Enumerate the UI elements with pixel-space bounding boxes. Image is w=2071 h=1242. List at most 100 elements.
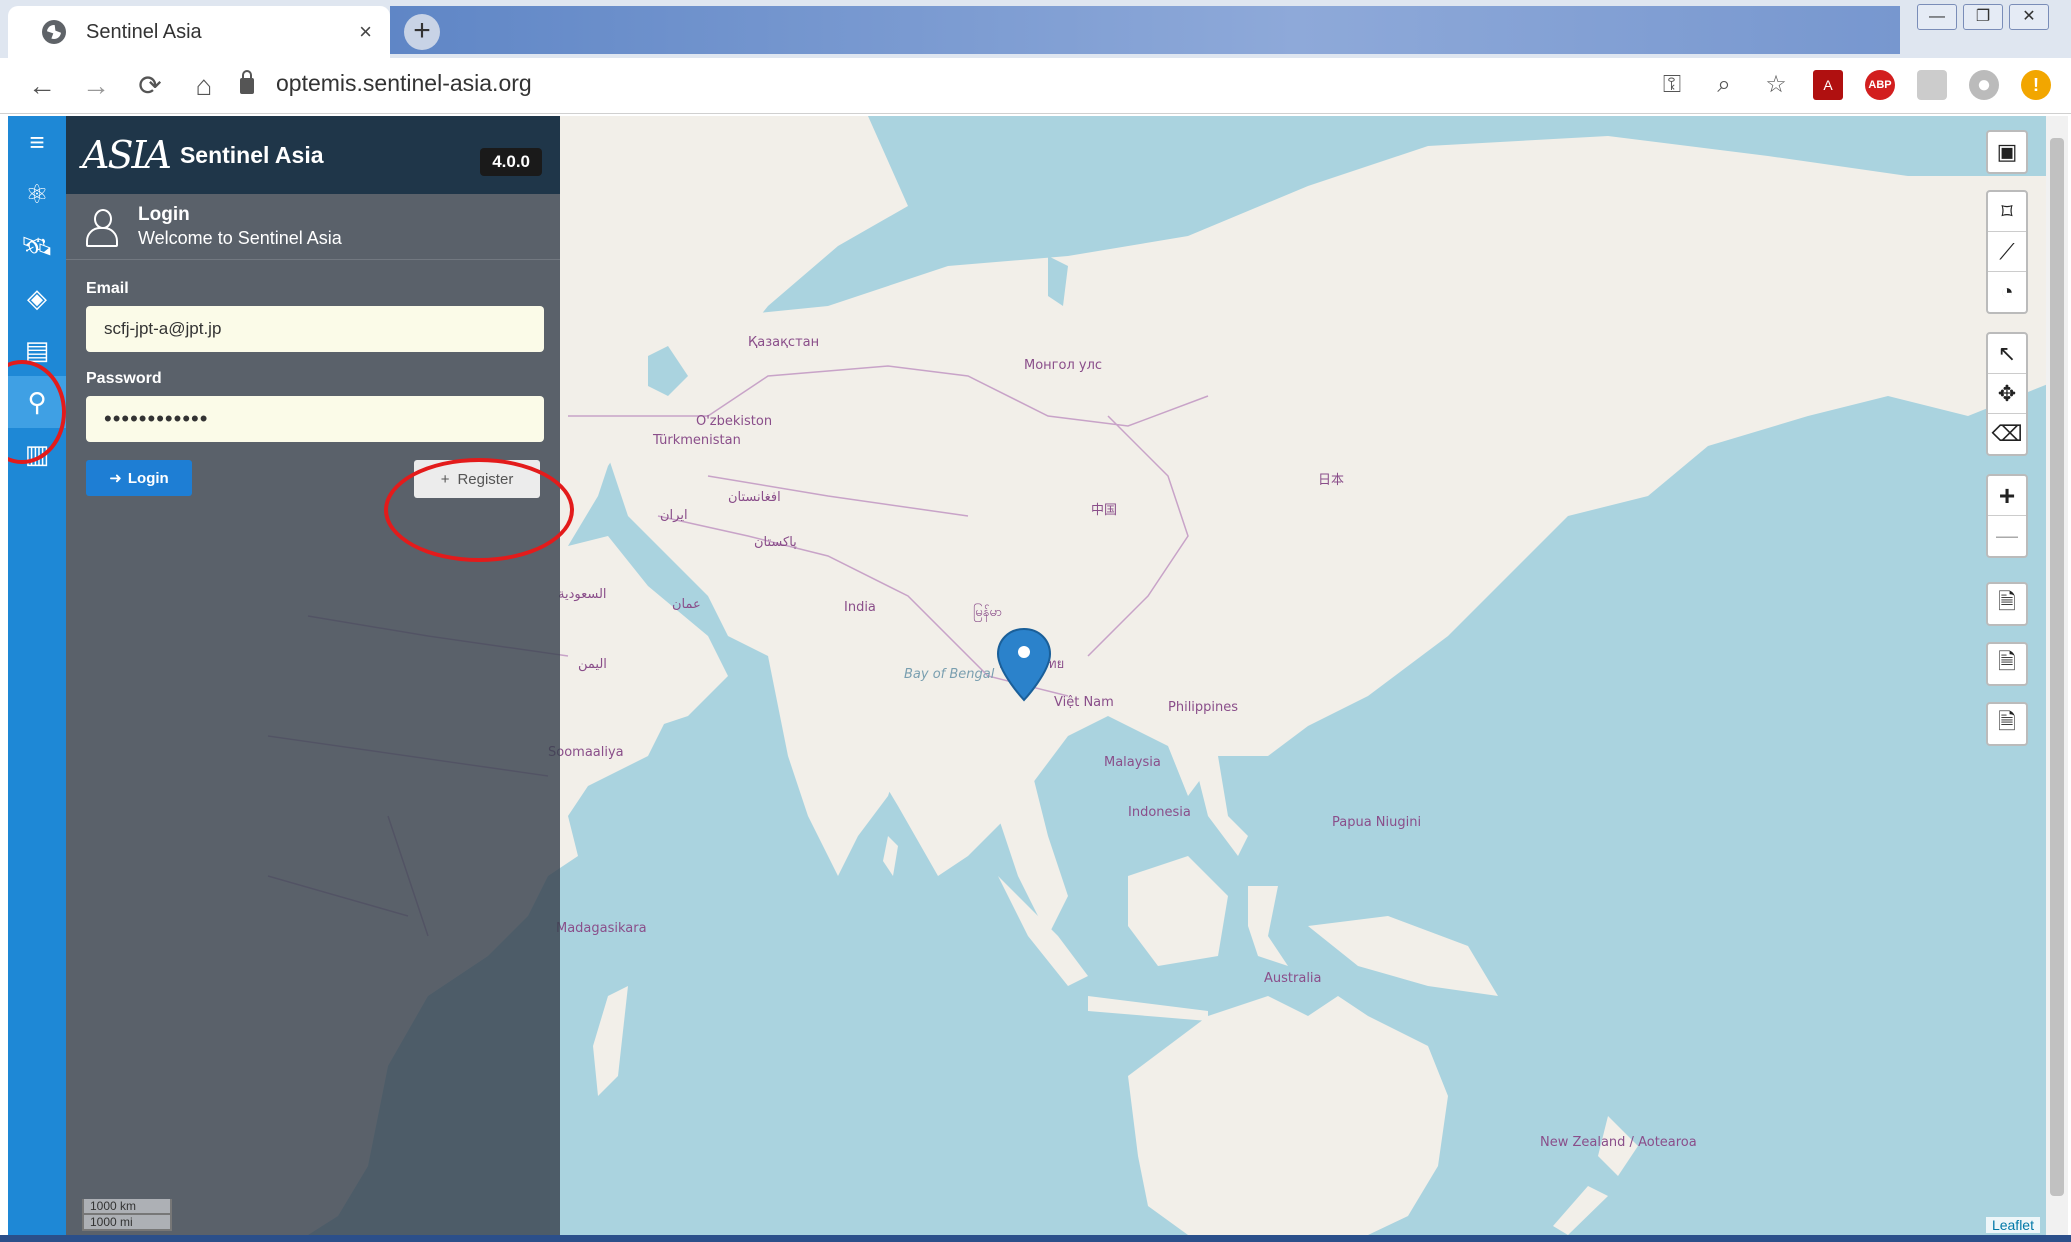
new-tab-button[interactable]: + (404, 14, 440, 50)
map-label: မြန်မာ (973, 603, 1002, 622)
close-window-button[interactable]: ✕ (2009, 4, 2049, 30)
address-bar[interactable]: optemis.sentinel-asia.org (240, 69, 532, 97)
back-icon[interactable]: ← (28, 70, 56, 102)
globe-icon (42, 20, 66, 44)
map-label: پاکستان (754, 535, 797, 550)
login-header: Login Welcome to Sentinel Asia (66, 194, 560, 260)
zoom-controls: + — (1986, 474, 2028, 558)
panel-toggle-control: ▣ (1986, 130, 2028, 174)
csv-export-control: 🗎 (1986, 702, 2028, 746)
sign-in-icon: ➜ (109, 470, 122, 487)
map-label: Türkmenistan (652, 433, 741, 448)
email-field[interactable]: scfj-jpt-a@jpt.jp (86, 306, 544, 352)
star-icon[interactable]: ☆ (1761, 70, 1791, 100)
profile-icon[interactable]: ● (1969, 70, 1999, 100)
panel-toggle-icon[interactable]: ▣ (1988, 132, 2026, 172)
panel-header: ASIA Sentinel Asia 4.0.0 (66, 116, 560, 194)
draw-circle-icon[interactable]: ◔ (1988, 272, 2026, 312)
password-label: Password (86, 370, 162, 387)
map-label: India (844, 600, 876, 615)
map-label: افغانستان (728, 490, 781, 505)
kml-export-icon[interactable]: 🗎 (1988, 644, 2026, 684)
login-button[interactable]: ➜ Login (86, 460, 192, 496)
map-label: Madagasikara (556, 921, 647, 936)
reload-icon[interactable]: ⟳ (136, 69, 164, 102)
minimize-button[interactable]: — (1917, 4, 1957, 30)
login-subtitle: Welcome to Sentinel Asia (138, 228, 342, 248)
pdf-icon[interactable]: A (1813, 70, 1843, 100)
lock-icon (240, 69, 254, 94)
map-label: عمان (672, 597, 701, 612)
select-icon[interactable]: ↖ (1988, 334, 2026, 374)
browser-tabstrip: Sentinel Asia × + — ❐ ✕ (0, 0, 2071, 58)
maximize-button[interactable]: ❐ (1963, 4, 2003, 30)
draw-controls: ⌑ ⟋ ◔ (1986, 190, 2028, 314)
map-label: ایران (660, 508, 688, 523)
map-label: 日本 (1318, 473, 1344, 488)
browser-toolbar: ← → ⟳ ⌂ optemis.sentinel-asia.org ⚿ ⌕ ☆ … (0, 58, 2071, 114)
map-label: 中国 (1091, 503, 1117, 518)
app-area: Қазақстан Монгол улс O'zbekiston Türkmen… (8, 116, 2068, 1235)
page-scrollbar[interactable] (2046, 116, 2068, 1235)
shp-export-control: 🗎 (1986, 582, 2028, 626)
tab-close-icon[interactable]: × (359, 19, 372, 45)
person-icon (86, 208, 118, 247)
map-scale: 1000 km 1000 mi (82, 1199, 172, 1231)
map-label: اليمن (578, 657, 607, 672)
tab-title: Sentinel Asia (86, 20, 202, 43)
map-label: Australia (1264, 971, 1322, 986)
draw-line-icon[interactable]: ⟋ (1988, 232, 2026, 272)
atom-icon[interactable]: ⚛ (8, 168, 66, 220)
csv-export-icon[interactable]: 🗎 (1988, 704, 2026, 744)
sidebar-icon-bar: ≡ ⚛ 🛰 ◈ ▤ ⚲ ▥ (8, 116, 66, 1235)
satellite-icon[interactable]: 🛰 (8, 220, 66, 272)
scale-mi: 1000 mi (82, 1215, 172, 1231)
email-label: Email (86, 280, 129, 297)
map-label: السعودية (558, 587, 607, 602)
home-icon[interactable]: ⌂ (190, 70, 218, 102)
toolbar-icons: ⚿ ⌕ ☆ A ABP ● ! (1657, 70, 2051, 100)
scrollbar-thumb[interactable] (2050, 138, 2064, 1196)
window-controls: — ❐ ✕ (1917, 4, 2049, 30)
browser-tab[interactable]: Sentinel Asia × (8, 6, 390, 58)
shp-export-icon[interactable]: 🗎 (1988, 584, 2026, 624)
draw-polygon-icon[interactable]: ⌑ (1988, 192, 2026, 232)
url-text: optemis.sentinel-asia.org (276, 70, 532, 96)
eraser-icon[interactable]: ⌫ (1988, 414, 2026, 454)
os-taskbar (0, 1235, 2071, 1242)
map-label: Papua Niugini (1332, 815, 1421, 830)
title-bar (390, 6, 1900, 54)
sentinel-asia-logo: ASIA (82, 133, 172, 177)
leaflet-attribution[interactable]: Leaflet (1985, 1217, 2040, 1233)
annotation-circle-register (384, 458, 574, 562)
login-panel: ASIA Sentinel Asia 4.0.0 Login Welcome t… (66, 116, 560, 1235)
zoom-in-button[interactable]: + (1988, 476, 2026, 516)
map-label: New Zealand / Aotearoa (1540, 1135, 1697, 1150)
password-field[interactable]: •••••••••••• (86, 396, 544, 442)
update-icon[interactable]: ! (2021, 70, 2051, 100)
kml-export-control: 🗎 (1986, 642, 2028, 686)
map-label: O'zbekiston (696, 414, 772, 429)
zoom-out-button[interactable]: — (1988, 516, 2026, 556)
nav-buttons: ← → ⟳ ⌂ (0, 69, 218, 102)
zoom-icon[interactable]: ⌕ (1709, 70, 1739, 100)
abp-icon[interactable]: ABP (1865, 70, 1895, 100)
key-icon[interactable]: ⚿ (1657, 70, 1687, 100)
map-label: Қазақстан (748, 335, 819, 350)
map-label: Việt Nam (1054, 695, 1114, 710)
edit-controls: ↖ ✥ ⌫ (1986, 332, 2028, 456)
menu-icon[interactable]: ≡ (8, 116, 66, 168)
map-label: Malaysia (1104, 755, 1161, 770)
layers-icon[interactable]: ◈ (8, 272, 66, 324)
login-button-label: Login (127, 469, 169, 487)
map-label: Bay of Bengal (904, 667, 995, 682)
move-icon[interactable]: ✥ (1988, 374, 2026, 414)
map-label: Indonesia (1128, 805, 1191, 820)
version-badge: 4.0.0 (480, 148, 542, 176)
brand-name: Sentinel Asia (179, 141, 324, 168)
map-label: Philippines (1168, 700, 1238, 715)
scale-km: 1000 km (82, 1199, 172, 1215)
forward-icon[interactable]: → (82, 70, 110, 102)
extension-icon[interactable] (1917, 70, 1947, 100)
map-label: Монгол улс (1024, 358, 1102, 373)
